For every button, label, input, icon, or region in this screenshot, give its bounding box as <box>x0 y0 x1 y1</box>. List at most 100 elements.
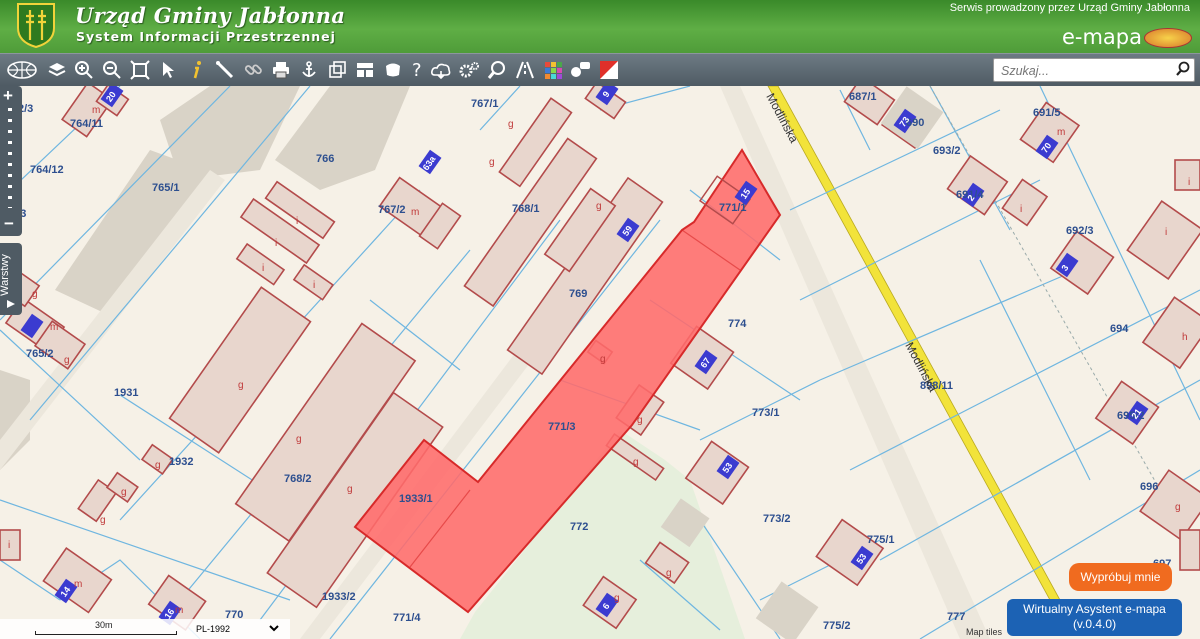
building-code: i <box>262 263 264 274</box>
scale-line <box>35 631 177 635</box>
copy-icon[interactable] <box>326 59 348 81</box>
info-icon[interactable] <box>186 59 208 81</box>
measure-icon[interactable] <box>214 59 236 81</box>
globe-icon[interactable] <box>6 59 38 81</box>
parcel-label: 765/1 <box>152 182 180 194</box>
building-code: i <box>1020 204 1022 215</box>
magnifier-icon[interactable] <box>486 59 508 81</box>
help-icon[interactable]: ? <box>406 59 428 81</box>
parcel-label: 768/1 <box>512 203 540 215</box>
zoom-slider[interactable]: + − <box>0 86 22 236</box>
parcel-label: 772 <box>570 521 588 533</box>
parcel-label: 694 <box>1110 323 1129 335</box>
road-icon[interactable] <box>514 59 536 81</box>
parcel-label: 687/1 <box>849 91 877 103</box>
parcel-label: 773/2 <box>763 513 791 525</box>
building-code: m <box>411 207 419 218</box>
building-code: g <box>508 119 514 130</box>
shape-icon[interactable] <box>382 59 404 81</box>
parcel-label: 771/1 <box>719 202 747 214</box>
building-code: g <box>633 457 639 468</box>
assistant-version: (v.0.4.0) <box>1072 617 1117 631</box>
building-code: g <box>489 157 495 168</box>
app-title: Urząd Gminy Jabłonna <box>75 3 346 28</box>
building-code: g <box>155 460 161 471</box>
service-note: Serwis prowadzony przez Urząd Gminy Jabł… <box>949 2 1190 14</box>
building-code: m <box>74 579 82 590</box>
parcel-label: 1931 <box>114 387 138 399</box>
parcel-label: 775/1 <box>867 534 895 546</box>
building-code: g <box>600 354 606 365</box>
anchor-icon[interactable] <box>298 59 320 81</box>
map-canvas[interactable]: 2/3 764/11 764/12 4/13 765/1 766 767/1 7… <box>0 86 1200 639</box>
crs-select[interactable]: PL-1992 <box>192 621 282 636</box>
brand-name[interactable]: e-mapa <box>1062 25 1142 49</box>
parcel-label: 691/5 <box>1033 107 1061 119</box>
building-code: g <box>347 484 353 495</box>
virtual-assistant-button[interactable]: Wirtualny Asystent e-mapa (v.0.4.0) <box>1007 599 1182 636</box>
parcel-label: 1932 <box>169 456 193 468</box>
parcel-label: 777 <box>947 611 965 623</box>
parcel-label: 693/2 <box>933 145 961 157</box>
building-code: g <box>296 434 302 445</box>
building-code: i <box>8 540 10 551</box>
parcel-label: 775/2 <box>823 620 851 632</box>
brand-logo-icon[interactable] <box>1144 28 1192 48</box>
parcel-label: 766 <box>316 153 334 165</box>
parcel-label: 764/12 <box>30 164 64 176</box>
building-code: i <box>1188 177 1190 188</box>
building-code: g <box>596 201 602 212</box>
palette-icon[interactable] <box>542 59 564 81</box>
parcel-label: 774 <box>728 318 747 330</box>
zoom-out-icon[interactable] <box>101 59 123 81</box>
zoom-levels[interactable] <box>8 108 12 208</box>
zoom-out-button[interactable]: − <box>4 214 14 234</box>
layout-icon[interactable] <box>354 59 376 81</box>
cloud-icon[interactable] <box>430 59 452 81</box>
comment-icon[interactable] <box>570 59 592 81</box>
attribution: Map tiles <box>966 627 1003 637</box>
diagonal-icon[interactable] <box>598 59 620 81</box>
building-code: g <box>666 568 672 579</box>
parcel-label: 768/2 <box>284 473 312 485</box>
parcel-label: 765/2 <box>26 348 54 360</box>
building-code: m <box>92 105 100 116</box>
building-code: g <box>64 355 70 366</box>
building-code: m <box>175 605 183 616</box>
building-code: g <box>121 487 127 498</box>
zoom-in-icon[interactable] <box>73 59 95 81</box>
play-icon <box>7 300 15 308</box>
link-icon[interactable] <box>242 59 264 81</box>
search-icon[interactable] <box>1175 61 1191 77</box>
print-icon[interactable] <box>270 59 292 81</box>
parcel-label: 773/1 <box>752 407 780 419</box>
building-code: g <box>100 515 106 526</box>
search-input[interactable] <box>999 61 1173 80</box>
parcel-label: 1933/1 <box>399 493 433 505</box>
app-subtitle: System Informacji Przestrzennej <box>76 29 336 44</box>
scale-bar: 30m PL-1992 <box>0 619 290 639</box>
layers-icon[interactable] <box>46 59 68 81</box>
layers-panel-toggle[interactable]: Warstwy <box>0 243 22 315</box>
parcel-label: 769 <box>569 288 587 300</box>
scale-label: 30m <box>95 620 113 630</box>
search-box[interactable] <box>993 58 1195 82</box>
settings-icon[interactable] <box>458 59 480 81</box>
building-code: g <box>1175 502 1181 513</box>
parcel-label: 696 <box>1140 481 1158 493</box>
building-code: g <box>614 593 620 604</box>
pointer-icon[interactable] <box>157 59 179 81</box>
app-header: Urząd Gminy Jabłonna System Informacji P… <box>0 0 1200 53</box>
full-extent-icon[interactable] <box>129 59 151 81</box>
building-code: g <box>32 289 38 300</box>
building-code: i <box>313 280 315 291</box>
building-code: i <box>296 216 298 227</box>
zoom-in-button[interactable]: + <box>3 86 13 106</box>
building-code: m <box>50 322 58 333</box>
parcel-label: 1933/2 <box>322 591 356 603</box>
try-assistant-button[interactable]: Wypróbuj mnie <box>1069 563 1172 591</box>
building-code: i <box>1165 227 1167 238</box>
svg-text:?: ? <box>412 60 422 80</box>
parcel-label: 767/1 <box>471 98 499 110</box>
parcel-label: 767/2 <box>378 204 406 216</box>
